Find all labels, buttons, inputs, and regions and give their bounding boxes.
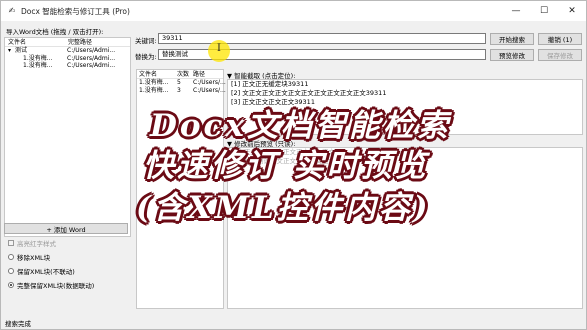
app-window: ✍ Docx 智能检索与修订工具 (Pro) — ☐ ✕ 导入Word文档 (拖…	[0, 0, 587, 330]
tree-row-name: 1.没有梅...	[23, 62, 53, 69]
checkbox-icon	[8, 240, 14, 246]
preview-line: 正文正文正文正文正文正文正文正文	[231, 148, 335, 156]
docx-app-icon: ✍	[8, 6, 16, 15]
tree-row[interactable]: 1.没有梅... C:/Users/Admi...	[5, 62, 130, 70]
import-label: 导入Word文档 (拖拽 / 双击打开):	[6, 28, 104, 36]
result-name: 1.没有梅...	[139, 79, 169, 86]
tree-header-path: 完整路径	[68, 39, 93, 46]
tree-header: 文件名 完整路径	[5, 38, 130, 47]
minimize-button[interactable]: —	[503, 1, 529, 21]
option-label: 高亮红字样式	[17, 240, 56, 248]
search-button[interactable]: 开始搜索	[490, 33, 534, 45]
tree-row-name: 测试	[15, 47, 28, 54]
window-title: Docx 智能检索与修订工具 (Pro)	[21, 6, 130, 16]
results-header-path: 路径	[193, 71, 206, 78]
tree-row[interactable]: ▾ 测试 C:/Users/Admi...	[5, 47, 130, 55]
radio-icon	[8, 282, 14, 288]
results-header: 文件名 次数 路径	[137, 70, 223, 79]
save-button[interactable]: 保存修改	[538, 49, 582, 61]
keyword-label: 关键词:	[135, 37, 157, 45]
snippet-line[interactable]: [3] 正文正文正文正文39311	[228, 98, 582, 107]
undo-button[interactable]: 撤销 (1)	[538, 33, 582, 45]
keyword-input[interactable]: 39311	[158, 33, 486, 44]
tree-row[interactable]: 1.没有梅... C:/Users/Admi...	[5, 55, 130, 63]
xml-mode-radio[interactable]: 完整保留XML块(数据联动)	[8, 280, 94, 290]
preview-pane: 正文正文正文正文正文正文正文正文 正文替换测试正文正文正文正文正文	[227, 147, 583, 309]
option-label: 完整保留XML块(数据联动)	[17, 282, 95, 290]
title-bar: ✍ Docx 智能检索与修订工具 (Pro) — ☐ ✕	[1, 1, 586, 21]
replace-label: 替换为:	[135, 53, 157, 61]
result-row[interactable]: 1.没有梅... 3 C:/Users/...	[137, 87, 226, 95]
result-name: 1.没有梅...	[139, 87, 169, 94]
result-path: C:/Users/...	[193, 79, 226, 86]
tree-row-path: C:/Users/Admi...	[67, 54, 116, 62]
left-panel: 导入Word文档 (拖拽 / 双击打开): 文件名 完整路径 ▾ 测试 C:/Use…	[4, 23, 131, 313]
maximize-button[interactable]: ☐	[531, 1, 557, 21]
snippet-line[interactable]: [2] 文正文正文正文正文正文正文正文正文正文39311	[228, 89, 582, 98]
xml-mode-radio[interactable]: 保留XML块(不联动)	[8, 266, 75, 276]
result-count: 3	[177, 87, 181, 94]
snippet-line[interactable]: [1] 正文正无缓定块39311	[228, 80, 582, 89]
results-list[interactable]: 文件名 次数 路径 1.没有梅... 5 C:/Users/... 1.没有梅... 3…	[136, 69, 226, 309]
results-header-name: 文件名	[139, 71, 158, 78]
file-tree[interactable]: 文件名 完整路径 ▾ 测试 C:/Users/Admi... 1.没有梅... C:/U…	[4, 37, 131, 237]
results-header-count: 次数	[177, 71, 190, 78]
tree-row-name: 1.没有梅...	[23, 54, 53, 62]
radio-icon	[8, 268, 14, 274]
radio-icon	[8, 254, 14, 260]
result-count: 5	[177, 79, 181, 86]
tree-row-path: C:/Users/Admi...	[67, 62, 116, 69]
add-word-button[interactable]: + 添加 Word	[4, 223, 128, 234]
preview-line: 正文替换测试正文正文正文正文正文	[231, 157, 335, 165]
result-path: C:/Users/...	[193, 87, 226, 94]
highlight-style-checkbox: 高亮红字样式	[8, 238, 56, 248]
snippets-pane[interactable]: [1] 正文正无缓定块39311 [2] 文正文正文正文正文正文正文正文正文正文3…	[227, 79, 583, 135]
option-label: 移除XML块	[17, 254, 51, 262]
expand-chevron-icon[interactable]: ▾	[8, 47, 14, 55]
status-bar: 搜索完成	[5, 320, 31, 328]
xml-mode-radio[interactable]: 移除XML块	[8, 252, 50, 262]
tree-row-path: C:/Users/Admi...	[67, 47, 116, 54]
result-row[interactable]: 1.没有梅... 5 C:/Users/...	[137, 79, 226, 87]
option-label: 保留XML块(不联动)	[17, 268, 75, 276]
close-button[interactable]: ✕	[559, 1, 585, 21]
preview-button[interactable]: 预览修改	[490, 49, 534, 61]
text-cursor-icon: I	[217, 43, 221, 54]
tree-header-name: 文件名	[8, 39, 27, 46]
